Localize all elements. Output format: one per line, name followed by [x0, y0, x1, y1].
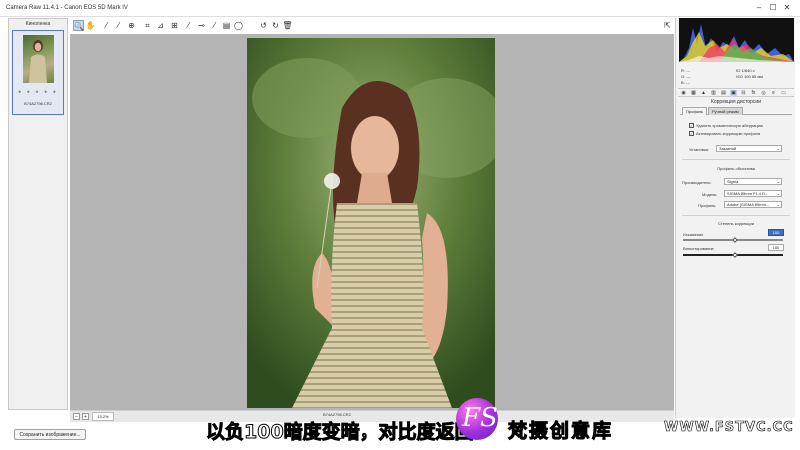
rgb-readout-b: B: ---	[681, 80, 690, 85]
chevron-down-icon: ⌄	[776, 191, 780, 196]
spot-removal-icon[interactable]: ⁄	[183, 20, 194, 31]
red-eye-icon[interactable]: ⊸	[196, 20, 207, 31]
rating-stars[interactable]: ★ ★ ★ ★ ★	[13, 89, 63, 94]
lens-profile-title: Профиль объектива	[717, 166, 755, 171]
watermark-logo-text: FS	[462, 403, 498, 433]
lens-tabs: Профиль Ручной режим	[680, 107, 792, 115]
adjustment-brush-icon[interactable]: ⁄	[209, 20, 220, 31]
rgb-readout-r: R: ---	[681, 68, 691, 73]
make-select[interactable]: Sigma ⌄	[724, 178, 782, 185]
rotate-left-icon[interactable]: ↺	[258, 20, 269, 31]
watermark-logo: FS	[456, 398, 498, 440]
snapshots-icon[interactable]: ▭	[780, 90, 787, 97]
preview-photo	[247, 38, 495, 408]
checkbox-label: Активировать коррекцию профиля	[696, 131, 761, 136]
watermark-brand: 梵摄创意库	[507, 420, 614, 443]
exposure-info: f/2 1/640 с	[736, 68, 755, 73]
rgb-readout-g: G: ---	[681, 74, 691, 79]
model-select[interactable]: SIGMA 85mm F1.4 D... ⌄	[724, 190, 782, 197]
straighten-icon[interactable]: ⊿	[155, 20, 166, 31]
rotate-right-icon[interactable]: ↻	[270, 20, 281, 31]
model-value: SIGMA 85mm F1.4 D...	[727, 191, 769, 196]
window-title: Camera Raw 11.4.1 - Canon EOS 5D Mark IV	[6, 5, 128, 11]
checkbox-box[interactable]: ✓	[689, 123, 694, 129]
effects-icon[interactable]: fx	[750, 90, 757, 97]
transform-icon[interactable]: ⊟	[740, 90, 747, 97]
split-toning-icon[interactable]: ▤	[720, 90, 727, 97]
enable-profile-checkbox[interactable]: ✓ Активировать коррекцию профиля	[689, 131, 761, 137]
panel-tab-strip: ◉ ▦ ▲ ▥ ▤ ▣ ⊟ fx ◎ ≡ ▭	[678, 88, 794, 97]
setup-label: Установка:	[689, 147, 710, 152]
amount-title: Степень коррекции	[718, 221, 754, 226]
zoom-level-select[interactable]: 13.2%	[92, 412, 114, 421]
chevron-down-icon: ⌄	[776, 202, 780, 207]
iso-focal-info: ISO 100 85 мм	[736, 74, 763, 79]
distortion-label: Искажение	[683, 232, 704, 237]
distortion-value-input[interactable]: 100	[768, 229, 784, 236]
maximize-button[interactable]: ☐	[767, 3, 779, 13]
chevron-down-icon: ⌄	[776, 146, 780, 151]
vignetting-value-input[interactable]: 100	[768, 244, 784, 251]
panel-section-title: Коррекция дисторсии	[710, 99, 762, 105]
thumbnail-image	[23, 35, 54, 83]
targeted-adjust-icon[interactable]: ⊕	[126, 20, 137, 31]
save-image-button[interactable]: Сохранить изображение...	[14, 429, 86, 440]
presets-icon[interactable]: ≡	[770, 90, 777, 97]
trash-icon[interactable]: 🗑	[282, 20, 293, 31]
detail-icon[interactable]: ▲	[700, 90, 707, 97]
camera-calibration-icon[interactable]: ◎	[760, 90, 767, 97]
filmstrip-thumbnail[interactable]: ★ ★ ★ ★ ★ B74A2798.CR2	[12, 30, 64, 115]
basic-icon[interactable]: ◉	[680, 90, 687, 97]
white-balance-icon[interactable]: ⁄	[101, 20, 112, 31]
profile-value: Adobe (SIGMA 85mm...	[727, 202, 770, 207]
tab-manual[interactable]: Ручной режим	[708, 107, 743, 115]
zoom-out-button[interactable]: −	[73, 413, 80, 420]
remove-ca-checkbox[interactable]: ✓ Удалить хроматическую аберрацию	[689, 123, 763, 129]
watermark-url: WWW.FSTVC.CC	[664, 420, 794, 436]
toolbar: 🔍 ✋ ⁄ ⁄ ⊕ ⌗ ⊿ ⊞ ⁄ ⊸ ⁄ ▤ ◯ ↺ ↻ 🗑	[70, 18, 680, 34]
checkbox-label: Удалить хроматическую аберрацию	[696, 123, 763, 128]
divider	[682, 215, 790, 216]
transform-icon[interactable]: ⊞	[169, 20, 180, 31]
minimize-button[interactable]: –	[753, 3, 765, 13]
checkbox-box[interactable]: ✓	[689, 131, 694, 137]
tab-profile[interactable]: Профиль	[682, 107, 708, 115]
thumbnail-filename: B74A2798.CR2	[24, 101, 52, 106]
hand-icon[interactable]: ✋	[85, 20, 96, 31]
lens-corrections-icon[interactable]: ▣	[730, 90, 737, 97]
camera-info: R: --- f/2 1/640 с G: --- ISO 100 85 мм B:…	[681, 68, 791, 86]
color-sampler-icon[interactable]: ⁄	[113, 20, 124, 31]
right-panel: R: --- f/2 1/640 с G: --- ISO 100 85 мм B:…	[675, 18, 795, 418]
vignetting-label: Виньетирование	[683, 246, 714, 251]
model-label: Модель:	[702, 192, 718, 197]
tone-curve-icon[interactable]: ▦	[690, 90, 697, 97]
profile-label: Профиль:	[698, 203, 717, 208]
hsl-icon[interactable]: ▥	[710, 90, 717, 97]
graduated-filter-icon[interactable]: ▤	[221, 20, 232, 31]
radial-filter-icon[interactable]: ◯	[233, 20, 244, 31]
portrait-photo	[247, 38, 495, 408]
close-button[interactable]: ✕	[781, 3, 793, 13]
preview-canvas[interactable]	[70, 34, 674, 410]
zoom-in-button[interactable]: +	[82, 413, 89, 420]
setup-value: Заказной	[719, 146, 737, 151]
open-preferences-icon[interactable]: ⇱	[662, 20, 673, 31]
zoom-icon[interactable]: 🔍	[73, 20, 84, 31]
filmstrip: Киноленка ★ ★ ★ ★ ★ B74A2798.CR2	[8, 18, 68, 410]
profile-select[interactable]: Adobe (SIGMA 85mm... ⌄	[724, 201, 782, 208]
divider	[682, 159, 790, 160]
filmstrip-header: Киноленка	[25, 21, 51, 27]
histogram	[679, 18, 794, 62]
crop-icon[interactable]: ⌗	[142, 20, 153, 31]
make-label: Производитель:	[682, 180, 712, 185]
setup-select[interactable]: Заказной ⌄	[716, 145, 782, 152]
video-subtitle: 以负100暗度变暗，对比度返回	[206, 421, 475, 444]
chevron-down-icon: ⌄	[776, 179, 780, 184]
make-value: Sigma	[727, 179, 739, 184]
title-bar: Camera Raw 11.4.1 - Canon EOS 5D Mark IV…	[0, 0, 800, 17]
